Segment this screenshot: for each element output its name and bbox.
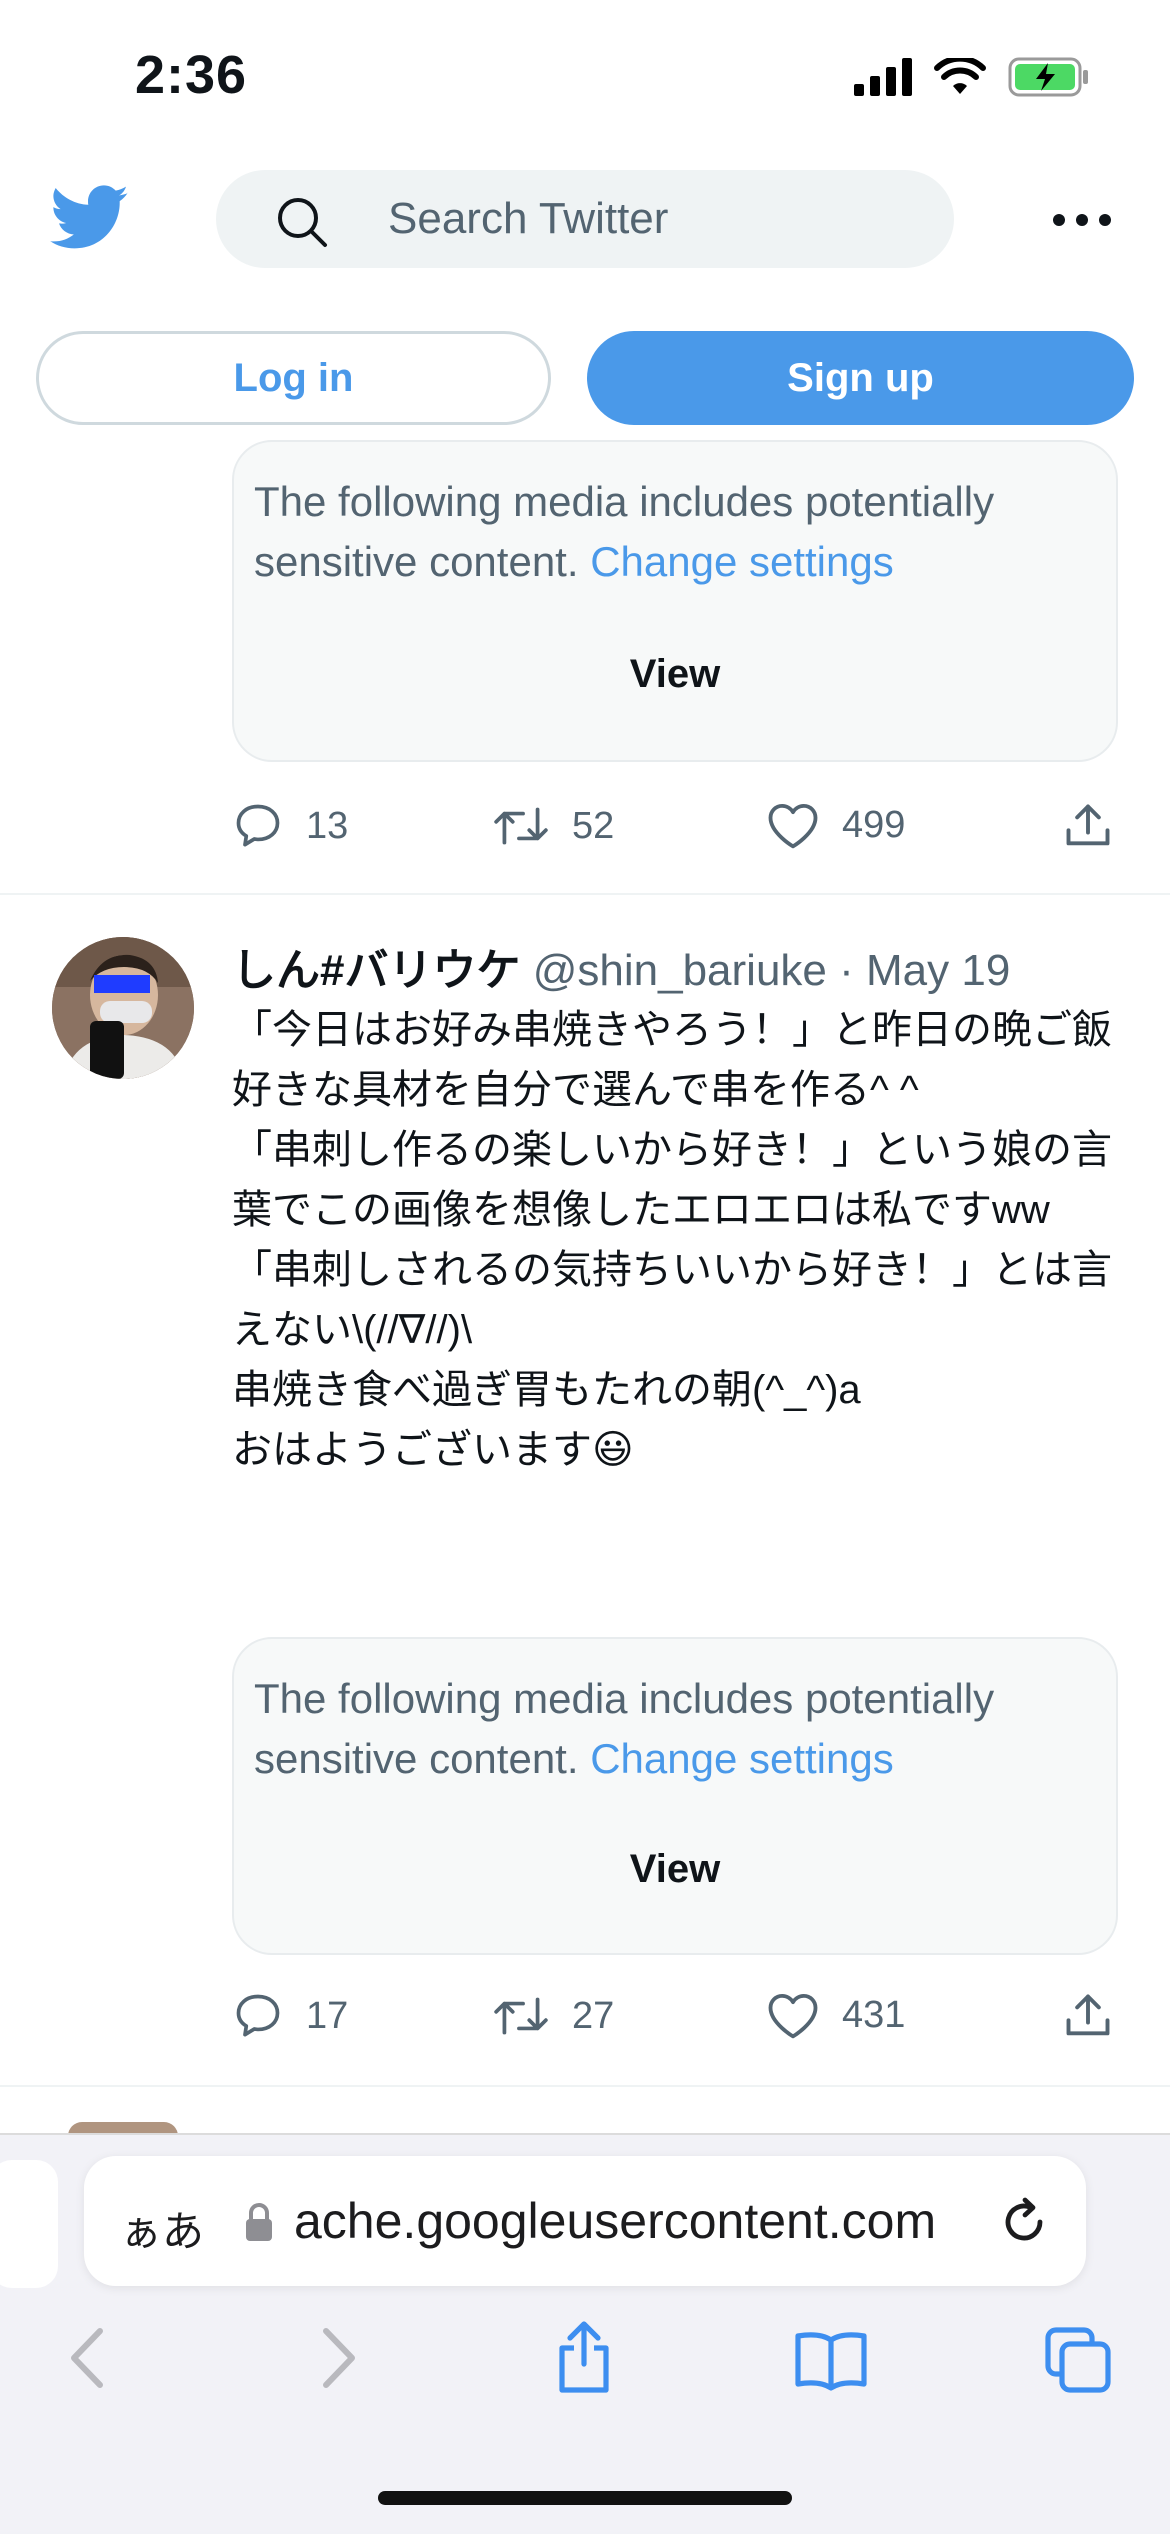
forward-icon[interactable] bbox=[318, 2325, 362, 2391]
bookmarks-icon[interactable] bbox=[794, 2330, 868, 2392]
home-indicator bbox=[378, 2491, 792, 2505]
reply-count: 17 bbox=[306, 1994, 349, 2037]
lock-icon bbox=[246, 2203, 272, 2241]
reply-count: 13 bbox=[306, 804, 349, 847]
avatar[interactable] bbox=[52, 937, 194, 1079]
reply-icon bbox=[236, 804, 280, 847]
more-options-icon[interactable] bbox=[1045, 200, 1119, 240]
twitter-logo-icon[interactable] bbox=[50, 185, 130, 251]
like-action[interactable]: 431 bbox=[766, 1990, 905, 2040]
share-icon bbox=[1066, 804, 1110, 846]
heart-icon bbox=[768, 1993, 818, 2039]
share-action[interactable] bbox=[1062, 1990, 1114, 2042]
signal-icon bbox=[854, 58, 912, 96]
reply-action[interactable]: 13 bbox=[232, 800, 348, 852]
search-box[interactable]: Search Twitter bbox=[216, 170, 954, 268]
status-time: 2:36 bbox=[135, 45, 248, 105]
url-text: ache.googleusercontent.com bbox=[294, 2193, 937, 2249]
sensitive-media-card: The following media includes potentially… bbox=[232, 1637, 1118, 1955]
reply-icon bbox=[236, 1994, 280, 2037]
tweet-divider bbox=[0, 2085, 1170, 2087]
tweet-header: しん#バリウケ @shin_bariuke · May 19 bbox=[232, 934, 1010, 998]
share-action[interactable] bbox=[1062, 800, 1114, 852]
view-media-button[interactable]: View bbox=[234, 652, 1116, 697]
sensitive-media-notice: The following media includes potentially… bbox=[254, 478, 995, 585]
sensitive-media-notice: The following media includes potentially… bbox=[254, 1675, 995, 1782]
search-icon bbox=[278, 198, 327, 247]
like-count: 499 bbox=[842, 803, 906, 846]
change-settings-link[interactable]: Change settings bbox=[590, 538, 894, 585]
wifi-icon bbox=[934, 58, 986, 94]
share-sheet-icon[interactable] bbox=[554, 2320, 614, 2394]
heart-icon bbox=[768, 803, 818, 849]
retweet-action[interactable]: 52 bbox=[492, 800, 614, 852]
tweet-divider bbox=[0, 893, 1170, 895]
back-icon[interactable] bbox=[64, 2325, 108, 2391]
tweet-author-handle[interactable]: @shin_bariuke bbox=[533, 946, 827, 995]
like-count: 431 bbox=[842, 1993, 906, 2036]
retweet-icon bbox=[494, 1997, 548, 2035]
tabs-icon[interactable] bbox=[1044, 2326, 1112, 2394]
share-icon bbox=[1066, 1994, 1110, 2036]
like-action[interactable]: 499 bbox=[766, 800, 905, 850]
search-placeholder: Search Twitter bbox=[388, 194, 669, 243]
tweet-date[interactable]: · May 19 bbox=[839, 946, 1010, 995]
login-button[interactable]: Log in bbox=[36, 331, 551, 425]
tweet-actions: 17 27 431 bbox=[232, 1990, 1122, 2050]
status-icons bbox=[854, 52, 1090, 102]
change-settings-link[interactable]: Change settings bbox=[590, 1735, 894, 1782]
address-bar[interactable]: ぁあ ache.googleusercontent.com bbox=[84, 2156, 1086, 2286]
retweet-count: 52 bbox=[572, 804, 615, 847]
sensitive-media-card: The following media includes potentially… bbox=[232, 440, 1118, 762]
tweet-text: 「今日はお好み串焼きやろう！」と昨日の晩ご飯 好きな具材を自分で選んで串を作る^… bbox=[232, 1008, 1112, 1472]
reload-icon[interactable] bbox=[998, 2194, 1050, 2248]
page-settings-button[interactable]: ぁあ bbox=[120, 2198, 204, 2259]
signup-button[interactable]: Sign up bbox=[587, 331, 1134, 425]
retweet-icon bbox=[494, 807, 548, 845]
view-media-button[interactable]: View bbox=[234, 1847, 1116, 1892]
retweet-action[interactable]: 27 bbox=[492, 1990, 614, 2042]
previous-tab-card[interactable] bbox=[0, 2160, 58, 2288]
tweet-author-name[interactable]: しん#バリウケ bbox=[232, 946, 520, 995]
avatar-image bbox=[52, 937, 194, 1079]
retweet-count: 27 bbox=[572, 1994, 615, 2037]
battery-charging-icon bbox=[1008, 57, 1088, 97]
reply-action[interactable]: 17 bbox=[232, 1990, 348, 2042]
tweet-actions: 13 52 499 bbox=[232, 800, 1122, 860]
